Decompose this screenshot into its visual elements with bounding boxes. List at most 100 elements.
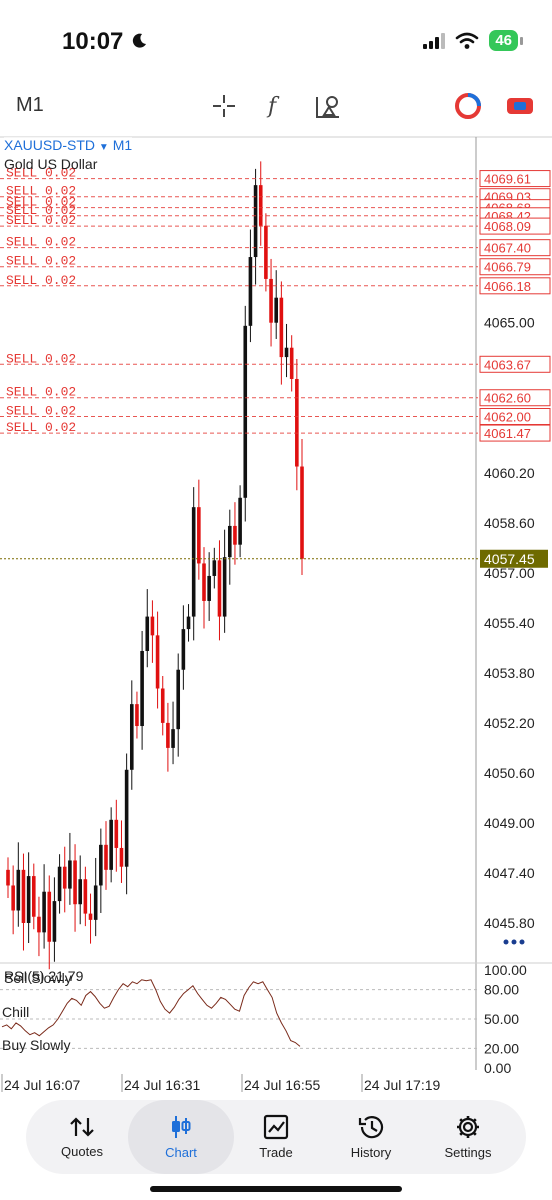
tab-quotes[interactable]: Quotes [32,1100,132,1174]
price-tick-label: 4060.20 [484,465,535,481]
candle-body [62,866,67,889]
rsi-level-label: 50.00 [484,1011,519,1027]
candle-body [197,507,201,564]
candle-body [176,669,181,730]
candle-body [16,869,21,911]
order-price-label: 4068.09 [484,219,531,234]
timeframe-button[interactable]: M1 [16,94,44,117]
candle-body [6,869,10,886]
price-tick-label: 4058.60 [484,515,535,531]
tab-history[interactable]: History [321,1100,421,1174]
sell-order-label: SELL 0.02 [6,385,76,400]
candle-body [88,913,93,920]
moon-icon [132,33,147,48]
candle-body [289,347,294,379]
candle-body [264,225,268,279]
time-axis-label: 24 Jul 16:31 [124,1077,200,1093]
candle-body [73,860,77,905]
status-time: 10:07 [62,28,148,56]
more-options-button[interactable] [502,934,526,950]
svg-text:f: f [266,94,280,119]
price-tick-label: 4053.80 [484,665,535,681]
tab-trade[interactable]: Trade [226,1100,326,1174]
symbol-description: Gold US Dollar [4,156,98,172]
candle-body [140,650,144,727]
tab-settings[interactable]: Settings [418,1100,518,1174]
tab-settings-label: Settings [444,1145,492,1160]
candle-body [186,616,191,630]
order-price-label: 4066.79 [484,260,531,275]
buy-slowly-label: Buy Slowly [2,1037,71,1053]
price-tick-label: 4055.40 [484,615,535,631]
order-price-label: 4067.40 [484,241,531,256]
candle-body [11,885,15,911]
candle-body [42,891,46,933]
current-price-label: 4057.45 [484,551,535,567]
candle-body [47,891,52,942]
candle-body [227,525,232,558]
candle-body [300,466,304,559]
candle-body [150,616,155,636]
order-price-label: 4066.18 [484,279,531,294]
price-chart[interactable]: 4065.004060.204058.604057.004055.404053.… [0,135,552,1100]
candle-body [37,916,41,933]
candle-body [207,575,211,601]
quotes-icon [70,1117,94,1137]
candle-body [279,297,284,358]
indicators-button[interactable]: f [258,90,290,122]
candle-body [109,819,113,870]
candle-body [202,563,206,601]
trade-panel-button[interactable] [504,90,536,122]
rsi-level-label: 0.00 [484,1060,511,1076]
settings-icon [457,1116,479,1138]
candle-body [243,325,248,498]
sell-order-label: SELL 0.02 [6,235,76,250]
symbol-selector[interactable]: XAUUSD-STD ▼ M1 [4,137,133,153]
candle-body [160,688,165,723]
candle-body [248,257,253,326]
price-tick-label: 4049.00 [484,815,535,831]
order-price-label: 4069.61 [484,172,531,187]
rsi-level-label: 100.00 [484,962,527,978]
order-price-label: 4062.60 [484,391,531,406]
price-tick-label: 4065.00 [484,315,535,331]
more-dots-icon [503,939,525,945]
candle-body [135,704,139,727]
chart-toolbar: M1 f [0,82,552,130]
tab-chart[interactable]: Chart [128,1100,234,1174]
clock-text: 10:07 [62,28,124,55]
chill-label: Chill [2,1004,30,1020]
time-axis-label: 24 Jul 17:19 [364,1077,440,1093]
shapes-icon [316,96,339,118]
candle-body [119,847,124,867]
crosshair-button[interactable] [208,90,240,122]
sell-order-label: SELL 0.02 [6,254,76,269]
bottom-tab-bar: Quotes Chart Trade History Settings [26,1100,526,1174]
crosshair-icon [213,95,235,117]
history-icon [358,1116,384,1139]
sell-order-label: SELL 0.02 [6,273,76,288]
buy-sell-icon [507,98,533,114]
price-tick-label: 4045.80 [484,915,535,931]
candle-body [68,860,72,889]
sell-order-label: SELL 0.02 [6,420,76,435]
battery-tip-icon [520,36,523,45]
order-price-label: 4062.00 [484,409,531,424]
home-indicator [150,1186,402,1192]
candle-body [145,616,150,651]
price-tick-label: 4047.40 [484,865,535,881]
objects-button[interactable] [312,90,344,122]
price-tick-label: 4052.20 [484,715,535,731]
candle-body [99,844,103,886]
candle-body [238,497,242,545]
candle-body [57,866,62,902]
candle-body [129,704,134,770]
candle-body [253,185,258,258]
symbol-timeframe: M1 [112,137,133,153]
status-bar: 10:07 46 [0,0,552,80]
candle-body [295,378,299,467]
one-click-trading-button[interactable] [452,90,484,122]
trade-icon [263,1114,289,1140]
price-tick-label: 4050.60 [484,765,535,781]
candle-body [31,876,36,917]
